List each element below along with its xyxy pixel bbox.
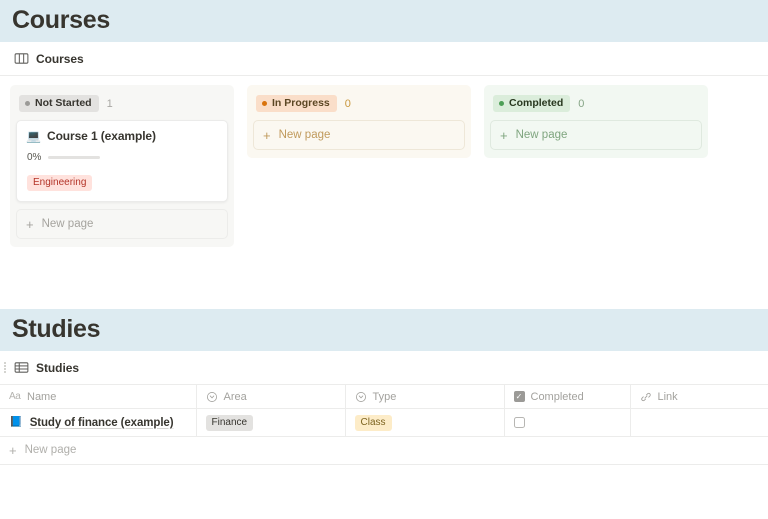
plus-icon: + bbox=[263, 127, 271, 143]
board-column-body: + New page bbox=[253, 114, 465, 150]
column-header-label: Link bbox=[657, 390, 678, 403]
column-header-label: Name bbox=[27, 390, 57, 403]
column-header-label: Type bbox=[372, 390, 397, 403]
notion-page: Courses Courses Not Started 1 💻 Course 1… bbox=[0, 0, 768, 519]
plus-icon: + bbox=[9, 442, 17, 458]
blue-book-icon: 📘 bbox=[9, 416, 23, 428]
board-column-header[interactable]: Completed 0 bbox=[490, 92, 702, 114]
table-row[interactable]: 📘 Study of finance (example) Finance Cla… bbox=[0, 408, 768, 437]
drag-dot bbox=[4, 371, 6, 374]
cell-name[interactable]: 📘 Study of finance (example) bbox=[0, 408, 197, 437]
courses-heading-band: Courses bbox=[0, 0, 768, 42]
card-title-row: 💻 Course 1 (example) bbox=[26, 129, 218, 143]
status-label: Completed bbox=[509, 97, 564, 109]
status-dot-icon bbox=[499, 101, 504, 106]
table-header-row: Aa Name Area Type ✓ Completed Link bbox=[0, 384, 768, 409]
new-page-button-not-started[interactable]: + New page bbox=[16, 209, 228, 239]
progress-bar bbox=[48, 156, 101, 159]
card-title: Course 1 (example) bbox=[47, 129, 156, 143]
column-header-label: Area bbox=[223, 390, 247, 403]
card-progress: 0% bbox=[26, 152, 218, 163]
card-tags: Engineering bbox=[26, 172, 218, 191]
board-column-in-progress: In Progress 0 + New page bbox=[247, 85, 471, 158]
page-title-studies: Studies bbox=[12, 315, 101, 343]
drag-dot bbox=[4, 361, 6, 364]
board-column-completed: Completed 0 + New page bbox=[484, 85, 708, 158]
cell-completed[interactable] bbox=[504, 408, 631, 437]
column-count: 0 bbox=[344, 97, 351, 110]
cell-link[interactable] bbox=[630, 408, 768, 437]
text-property-icon: Aa bbox=[9, 390, 21, 402]
completed-checkbox[interactable] bbox=[513, 417, 525, 428]
new-page-button-completed[interactable]: + New page bbox=[490, 120, 702, 150]
courses-db-title-row[interactable]: Courses bbox=[0, 42, 768, 75]
column-header-area[interactable]: Area bbox=[196, 384, 346, 409]
drag-handle-icon[interactable] bbox=[1, 361, 9, 375]
board-view-icon bbox=[14, 53, 29, 64]
progress-label: 0% bbox=[27, 152, 42, 163]
table-body: 📘 Study of finance (example) Finance Cla… bbox=[0, 408, 768, 437]
page-title-courses: Courses bbox=[12, 6, 110, 34]
board-column-header[interactable]: Not Started 1 bbox=[16, 92, 228, 114]
status-badge-in-progress[interactable]: In Progress bbox=[256, 95, 337, 112]
column-header-type[interactable]: Type bbox=[345, 384, 505, 409]
table-new-page-button[interactable]: + New page bbox=[0, 437, 768, 465]
column-header-name[interactable]: Aa Name bbox=[0, 384, 197, 409]
courses-board: Not Started 1 💻 Course 1 (example) 0% En… bbox=[0, 76, 768, 247]
status-label: Not Started bbox=[35, 97, 92, 109]
studies-db-title-row[interactable]: Studies bbox=[0, 351, 768, 384]
courses-db-title: Courses bbox=[36, 51, 84, 66]
table-header: Aa Name Area Type ✓ Completed Link bbox=[0, 384, 768, 409]
column-count: 1 bbox=[106, 97, 113, 110]
column-header-label: Completed bbox=[530, 390, 584, 403]
column-count: 0 bbox=[578, 97, 585, 110]
plus-icon: + bbox=[500, 127, 508, 143]
laptop-icon: 💻 bbox=[26, 129, 41, 143]
new-page-label: New page bbox=[515, 129, 568, 141]
select-property-icon bbox=[206, 391, 217, 402]
new-page-label: New page bbox=[41, 218, 94, 230]
status-dot-icon bbox=[25, 101, 30, 106]
column-header-completed[interactable]: ✓ Completed bbox=[504, 384, 631, 409]
table-view-icon bbox=[14, 362, 29, 373]
studies-db-title: Studies bbox=[36, 360, 79, 375]
status-badge-not-started[interactable]: Not Started bbox=[19, 95, 99, 112]
checkbox-property-icon: ✓ bbox=[513, 391, 525, 402]
drag-dot bbox=[4, 364, 6, 367]
url-property-icon bbox=[640, 392, 651, 401]
select-property-icon bbox=[355, 391, 366, 402]
drag-dot bbox=[4, 368, 6, 371]
new-page-label: New page bbox=[24, 444, 77, 456]
board-column-header[interactable]: In Progress 0 bbox=[253, 92, 465, 114]
new-page-label: New page bbox=[278, 129, 331, 141]
cell-type[interactable]: Class bbox=[345, 408, 505, 437]
tag-area: Finance bbox=[205, 414, 254, 431]
status-label: In Progress bbox=[272, 97, 330, 109]
tag-type: Class bbox=[354, 414, 392, 431]
board-column-body: + New page bbox=[490, 114, 702, 150]
studies-table: Aa Name Area Type ✓ Completed Link 📘 Stu… bbox=[0, 384, 768, 437]
tag-engineering: Engineering bbox=[27, 175, 93, 191]
board-column-body: 💻 Course 1 (example) 0% Engineering + Ne… bbox=[16, 114, 228, 239]
plus-icon: + bbox=[26, 216, 34, 232]
cell-area[interactable]: Finance bbox=[196, 408, 346, 437]
column-header-link[interactable]: Link bbox=[630, 384, 768, 409]
status-badge-completed[interactable]: Completed bbox=[493, 95, 571, 112]
row-title[interactable]: Study of finance (example) bbox=[30, 417, 174, 429]
studies-heading-band: Studies bbox=[0, 309, 768, 351]
status-dot-icon bbox=[262, 101, 267, 106]
board-card[interactable]: 💻 Course 1 (example) 0% Engineering bbox=[16, 120, 228, 202]
new-page-button-in-progress[interactable]: + New page bbox=[253, 120, 465, 150]
board-column-not-started: Not Started 1 💻 Course 1 (example) 0% En… bbox=[10, 85, 234, 247]
